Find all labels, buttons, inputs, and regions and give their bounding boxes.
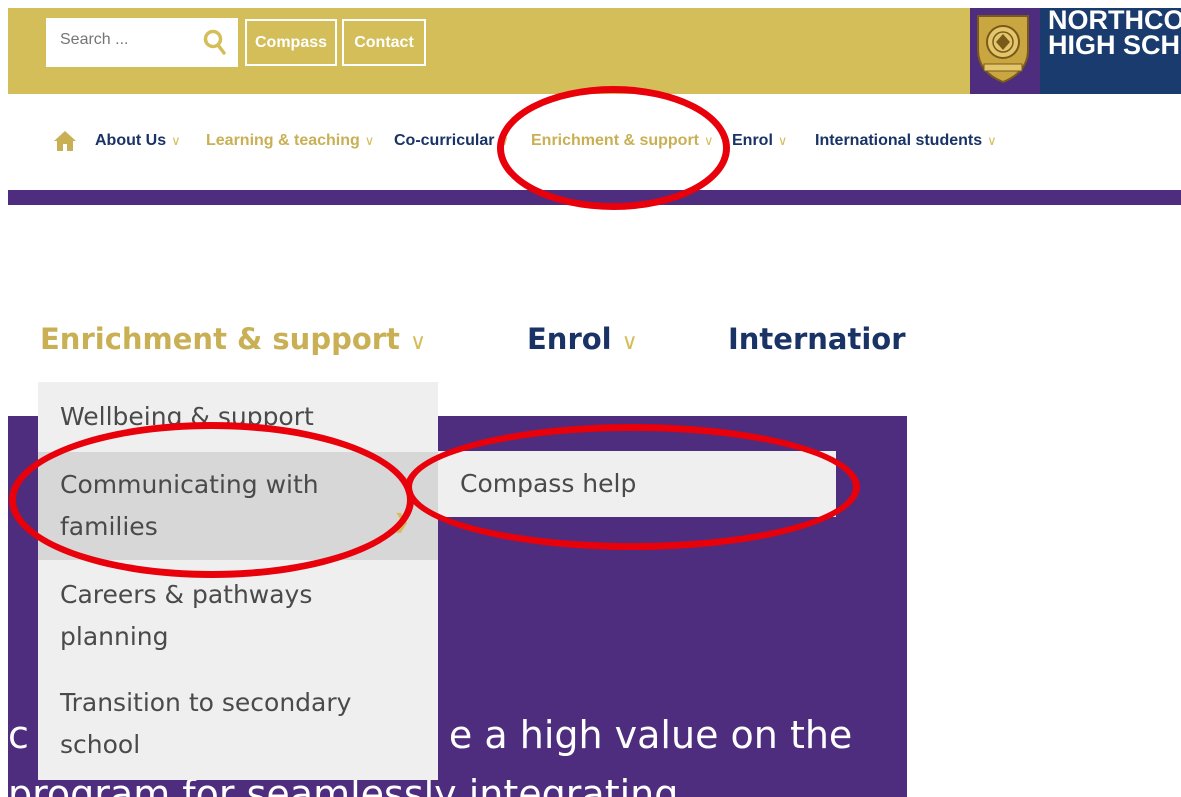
school-name-block[interactable]: NORTHCO HIGH SCHO xyxy=(1040,8,1181,94)
chevron-down-icon: ∨ xyxy=(364,133,375,148)
nav-item-co-curricular[interactable]: Co-curricular ∨ xyxy=(394,132,509,150)
nav-item-enrol[interactable]: Enrol ∨ xyxy=(732,132,787,150)
school-name: NORTHCO HIGH SCHO xyxy=(1048,8,1181,60)
menu-item-careers-pathways[interactable]: Careers & pathways planning xyxy=(38,574,438,658)
menu-item-wellbeing-support[interactable]: Wellbeing & support xyxy=(38,396,438,438)
nav-item-label: Enrol xyxy=(527,322,612,356)
contact-button[interactable]: Contact xyxy=(342,19,426,66)
home-icon[interactable] xyxy=(53,130,77,152)
zoomed-nav-international[interactable]: Internatior xyxy=(728,322,907,356)
chevron-down-icon: ∨ xyxy=(777,133,788,148)
nav-item-label: Enrichment & support xyxy=(40,322,400,356)
chevron-down-icon: ∨ xyxy=(704,133,714,148)
nav-item-label: International students xyxy=(815,132,983,149)
compass-button[interactable]: Compass xyxy=(245,19,337,66)
zoomed-nav-enrichment-support[interactable]: Enrichment & support ∨ xyxy=(40,322,426,356)
search-input[interactable] xyxy=(60,31,190,49)
menu-item-transition-secondary[interactable]: Transition to secondary school xyxy=(38,682,438,766)
chevron-down-icon: ∨ xyxy=(987,133,997,148)
main-navigation: About Us ∨ Learning & teaching ∨ Co-curric… xyxy=(8,94,1181,190)
nav-item-label: Co-curricular xyxy=(394,132,495,149)
nav-item-label: Internatior xyxy=(728,322,906,356)
submenu-item-compass-help[interactable]: Compass help xyxy=(438,451,836,517)
nav-item-label: Enrichment & support xyxy=(531,132,700,149)
nav-item-about-us[interactable]: About Us ∨ xyxy=(95,132,181,150)
nav-item-enrichment-support[interactable]: Enrichment & support ∨ xyxy=(531,132,714,150)
zoomed-nav-enrol[interactable]: Enrol ∨ xyxy=(527,322,638,356)
school-crest-icon[interactable] xyxy=(974,12,1032,84)
enrichment-dropdown-menu: Wellbeing & support Communicating with f… xyxy=(38,382,438,780)
nav-item-label: Enrol xyxy=(732,132,773,149)
nav-item-international-students[interactable]: International students ∨ xyxy=(815,132,997,150)
search-icon[interactable] xyxy=(202,28,228,56)
nav-item-label: Learning & teaching xyxy=(206,132,360,149)
chevron-down-icon: ∨ xyxy=(171,133,181,148)
chevron-right-icon: ❯ xyxy=(393,509,410,533)
nav-item-learning-teaching[interactable]: Learning & teaching ∨ xyxy=(206,132,374,150)
nav-accent-stripe xyxy=(8,190,1181,205)
search-box[interactable] xyxy=(46,18,238,67)
menu-item-communicating-with-families[interactable]: Communicating with families ❯ xyxy=(38,452,438,560)
chevron-down-icon: ∨ xyxy=(621,330,638,355)
nav-item-label: About Us xyxy=(95,132,167,149)
chevron-down-icon: ∨ xyxy=(499,133,509,148)
chevron-down-icon: ∨ xyxy=(409,330,427,355)
